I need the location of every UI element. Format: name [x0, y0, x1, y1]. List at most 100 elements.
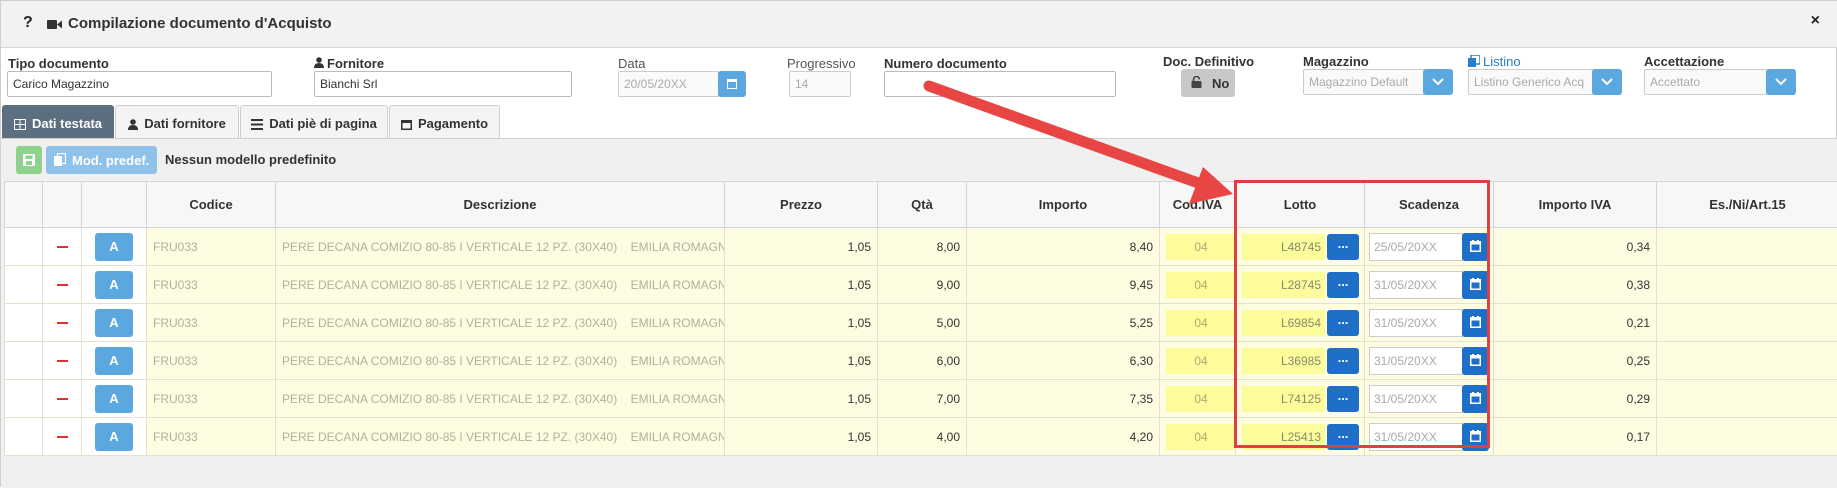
cod-iva-value[interactable]: 04 — [1166, 234, 1236, 260]
row-a-button[interactable]: A — [95, 271, 133, 299]
lotto-value[interactable]: L36985 — [1242, 348, 1325, 374]
doc-definitivo-toggle[interactable]: No — [1181, 69, 1235, 97]
listino-dropdown-button[interactable] — [1592, 69, 1622, 95]
lotto-picker-button[interactable]: ... — [1327, 310, 1359, 336]
cell-qta[interactable]: 9,00 — [878, 266, 967, 304]
col-header-cod-iva[interactable]: Cod.IVA — [1160, 182, 1236, 228]
cell-prezzo[interactable]: 1,05 — [725, 266, 878, 304]
cell-importo[interactable]: 8,40 — [967, 228, 1160, 266]
cod-iva-value[interactable]: 04 — [1166, 424, 1236, 450]
mod-predef-button[interactable]: Mod. predef. — [46, 146, 157, 174]
cell-qta[interactable]: 7,00 — [878, 380, 967, 418]
cell-es-ni-art15[interactable] — [1657, 342, 1837, 380]
numero-documento-input[interactable] — [884, 71, 1116, 97]
cell-codice[interactable]: FRU033 — [147, 418, 276, 456]
cell-descrizione[interactable]: PERE DECANA COMIZIO 80-85 I VERTICALE 12… — [276, 342, 725, 380]
cell-prezzo[interactable]: 1,05 — [725, 418, 878, 456]
cell-es-ni-art15[interactable] — [1657, 380, 1837, 418]
magazzino-select[interactable]: Magazzino Default — [1303, 69, 1425, 95]
col-header-lotto[interactable]: Lotto — [1236, 182, 1365, 228]
cell-descrizione[interactable]: PERE DECANA COMIZIO 80-85 I VERTICALE 12… — [276, 380, 725, 418]
row-a-button[interactable]: A — [95, 423, 133, 451]
save-button[interactable] — [16, 146, 42, 174]
cell-codice[interactable]: FRU033 — [147, 304, 276, 342]
row-a-button[interactable]: A — [95, 385, 133, 413]
progressivo-input[interactable]: 14 — [789, 71, 851, 97]
cell-importo[interactable]: 7,35 — [967, 380, 1160, 418]
cod-iva-value[interactable]: 04 — [1166, 272, 1236, 298]
row-select-cell[interactable] — [5, 418, 43, 456]
row-select-cell[interactable] — [5, 266, 43, 304]
tab-dati-fornitore[interactable]: Dati fornitore — [115, 105, 239, 138]
col-header-codice[interactable]: Codice — [147, 182, 276, 228]
scadenza-calendar-button[interactable] — [1462, 423, 1489, 451]
cell-descrizione[interactable]: PERE DECANA COMIZIO 80-85 I VERTICALE 12… — [276, 418, 725, 456]
accettazione-dropdown-button[interactable] — [1766, 69, 1796, 95]
cell-qta[interactable]: 6,00 — [878, 342, 967, 380]
cell-es-ni-art15[interactable] — [1657, 304, 1837, 342]
listino-select[interactable]: Listino Generico Acq — [1468, 69, 1594, 95]
lotto-value[interactable]: L74125 — [1242, 386, 1325, 412]
col-header-importo-iva[interactable]: Importo IVA — [1494, 182, 1657, 228]
cell-prezzo[interactable]: 1,05 — [725, 380, 878, 418]
cell-importo-iva[interactable]: 0,38 — [1494, 266, 1657, 304]
cod-iva-value[interactable]: 04 — [1166, 348, 1236, 374]
row-select-cell[interactable] — [5, 228, 43, 266]
cell-descrizione[interactable]: PERE DECANA COMIZIO 80-85 I VERTICALE 12… — [276, 266, 725, 304]
cell-es-ni-art15[interactable] — [1657, 418, 1837, 456]
lotto-value[interactable]: L25413 — [1242, 424, 1325, 450]
tab-dati-pie-di-pagina[interactable]: Dati piè di pagina — [240, 105, 388, 138]
cell-codice[interactable]: FRU033 — [147, 380, 276, 418]
cell-importo-iva[interactable]: 0,29 — [1494, 380, 1657, 418]
cod-iva-value[interactable]: 04 — [1166, 310, 1236, 336]
cell-importo-iva[interactable]: 0,34 — [1494, 228, 1657, 266]
cell-qta[interactable]: 8,00 — [878, 228, 967, 266]
row-select-cell[interactable] — [5, 342, 43, 380]
scadenza-input[interactable]: 31/05/20XX — [1369, 423, 1463, 451]
col-header-es-ni-art15[interactable]: Es./Ni/Art.15 — [1657, 182, 1837, 228]
scadenza-calendar-button[interactable] — [1462, 347, 1489, 375]
scadenza-input[interactable]: 31/05/20XX — [1369, 309, 1463, 337]
cell-qta[interactable]: 4,00 — [878, 418, 967, 456]
cell-qta[interactable]: 5,00 — [878, 304, 967, 342]
minus-icon[interactable] — [57, 284, 68, 286]
cell-importo[interactable]: 9,45 — [967, 266, 1160, 304]
cell-codice[interactable]: FRU033 — [147, 228, 276, 266]
minus-icon[interactable] — [57, 246, 68, 248]
accettazione-select[interactable]: Accettato — [1644, 69, 1768, 95]
cell-importo-iva[interactable]: 0,21 — [1494, 304, 1657, 342]
tab-pagamento[interactable]: Pagamento — [389, 105, 500, 138]
cell-prezzo[interactable]: 1,05 — [725, 304, 878, 342]
row-a-button[interactable]: A — [95, 233, 133, 261]
cell-prezzo[interactable]: 1,05 — [725, 228, 878, 266]
scadenza-calendar-button[interactable] — [1462, 385, 1489, 413]
close-icon[interactable]: × — [1811, 12, 1820, 30]
cell-importo-iva[interactable]: 0,25 — [1494, 342, 1657, 380]
cell-prezzo[interactable]: 1,05 — [725, 342, 878, 380]
cell-importo-iva[interactable]: 0,17 — [1494, 418, 1657, 456]
cell-descrizione[interactable]: PERE DECANA COMIZIO 80-85 I VERTICALE 12… — [276, 228, 725, 266]
scadenza-input[interactable]: 31/05/20XX — [1369, 347, 1463, 375]
lotto-picker-button[interactable]: ... — [1327, 348, 1359, 374]
cell-importo[interactable]: 4,20 — [967, 418, 1160, 456]
minus-icon[interactable] — [57, 398, 68, 400]
col-header-importo[interactable]: Importo — [967, 182, 1160, 228]
lotto-picker-button[interactable]: ... — [1327, 234, 1359, 260]
scadenza-calendar-button[interactable] — [1462, 233, 1489, 261]
cell-es-ni-art15[interactable] — [1657, 266, 1837, 304]
magazzino-dropdown-button[interactable] — [1423, 69, 1453, 95]
lotto-value[interactable]: L28745 — [1242, 272, 1325, 298]
cell-importo[interactable]: 6,30 — [967, 342, 1160, 380]
minus-icon[interactable] — [57, 322, 68, 324]
cod-iva-value[interactable]: 04 — [1166, 386, 1236, 412]
row-a-button[interactable]: A — [95, 309, 133, 337]
lotto-picker-button[interactable]: ... — [1327, 272, 1359, 298]
scadenza-calendar-button[interactable] — [1462, 271, 1489, 299]
col-header-descrizione[interactable]: Descrizione — [276, 182, 725, 228]
cell-es-ni-art15[interactable] — [1657, 228, 1837, 266]
scadenza-input[interactable]: 25/05/20XX — [1369, 233, 1463, 261]
row-select-cell[interactable] — [5, 304, 43, 342]
lotto-value[interactable]: L48745 — [1242, 234, 1325, 260]
row-a-button[interactable]: A — [95, 347, 133, 375]
tipo-documento-input[interactable]: Carico Magazzino — [7, 71, 272, 97]
